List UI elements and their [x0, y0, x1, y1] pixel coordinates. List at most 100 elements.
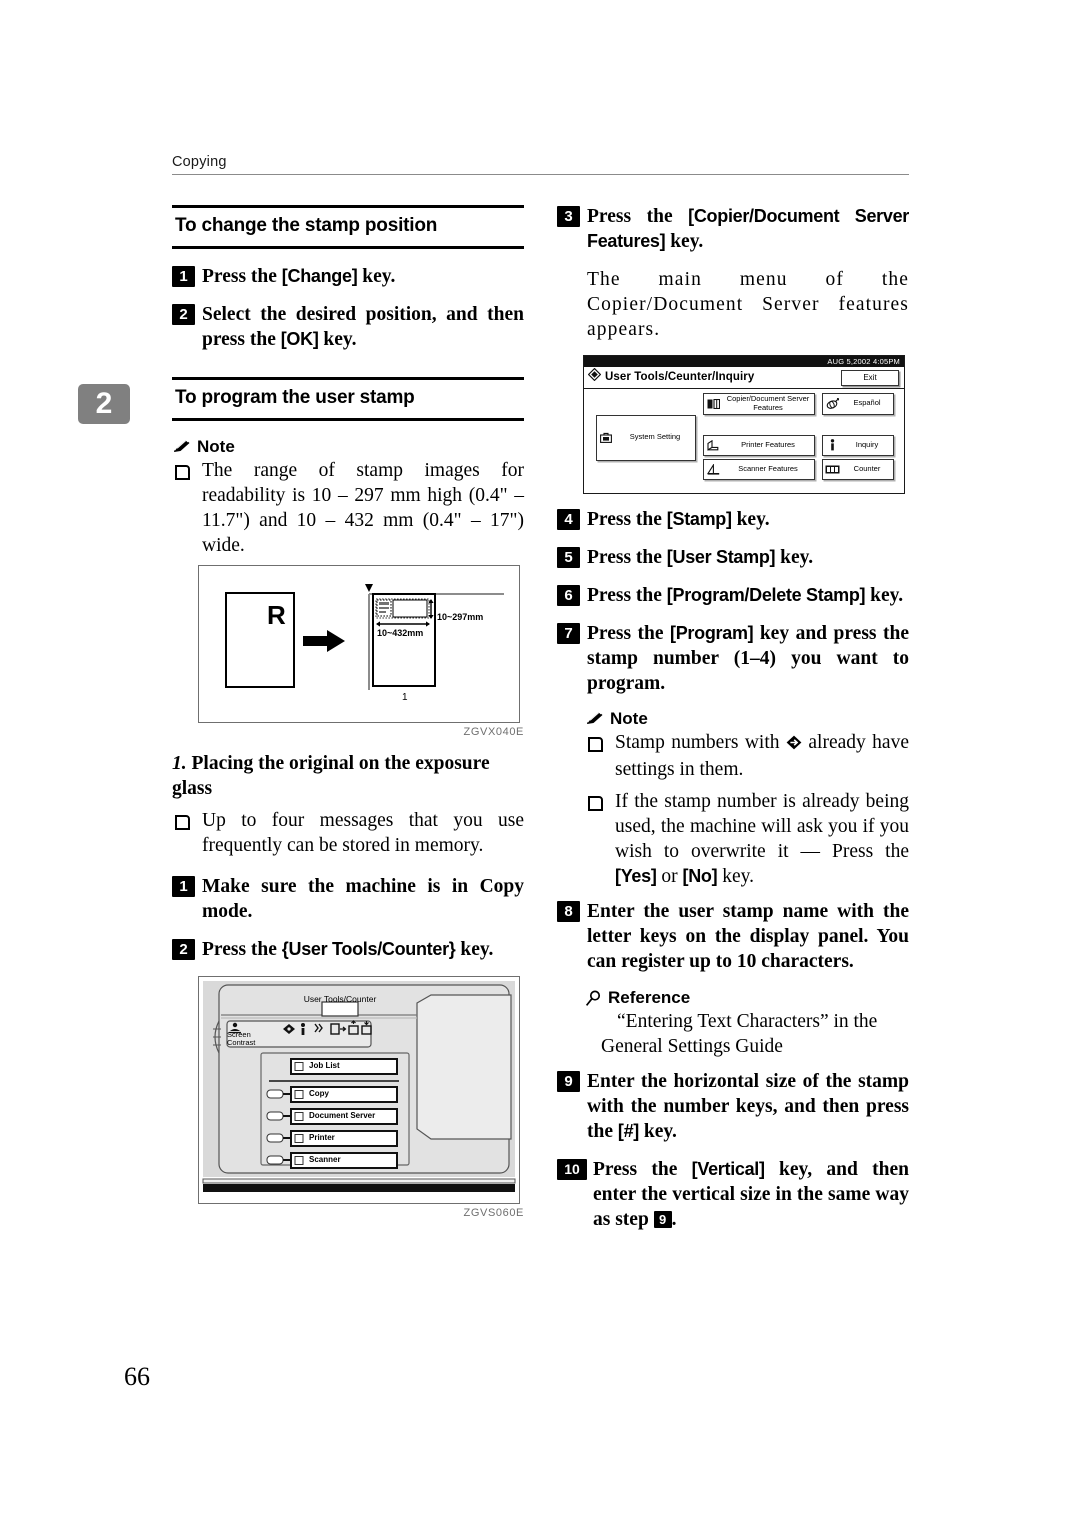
step-number: 10	[557, 1158, 587, 1180]
reference-label: Reference	[608, 988, 691, 1008]
key-label: [Vertical]	[691, 1158, 765, 1179]
lcd-button-system-setting[interactable]: System Setting	[596, 414, 696, 461]
lcd-button-label: Counter	[853, 463, 881, 473]
key-label-yes: [Yes]	[615, 866, 657, 887]
note-item-text-before: Stamp numbers with	[615, 732, 786, 754]
stamp-area-diagram	[365, 584, 504, 691]
square-bullet-icon	[588, 796, 603, 812]
note-item: Up to four messages that you use frequen…	[172, 809, 524, 859]
step-5-user-stamp: 5 Press the [User Stamp] key.	[557, 546, 909, 571]
lcd-exit-button[interactable]: Exit	[841, 369, 899, 386]
caption-number: 1.	[172, 753, 187, 775]
label-vertical-range: 10~297mm	[437, 612, 484, 623]
lcd-button-espanol[interactable]: Español	[822, 392, 894, 415]
caption-text: Placing the original on the exposure gla…	[172, 753, 490, 800]
copier-icon	[704, 398, 722, 409]
step-9-horizontal-size: 9 Enter the horizontal size of the stamp …	[557, 1070, 909, 1145]
step-2-select-position: 2 Select the desired position, and then p…	[172, 303, 524, 353]
panel-key-label-job-list: Job List	[309, 1061, 340, 1071]
panel-key-label-scanner: Scanner	[309, 1155, 341, 1165]
reference-heading: Reference	[557, 988, 909, 1008]
square-bullet-icon	[175, 464, 190, 480]
step-text-after: key.	[638, 1120, 677, 1142]
note-heading: Note	[557, 709, 909, 729]
figure-id: ZGVS060E	[463, 1207, 524, 1220]
note-item-text: The range of stamp images for readabilit…	[202, 459, 524, 556]
lcd-status-bar: AUG 5,2002 4:05PM	[584, 355, 904, 367]
note-item-text-mid: or	[656, 866, 683, 888]
lcd-title-bar: User Tools/Ceunter/Inquiry Exit	[584, 366, 904, 389]
step-number: 1	[172, 265, 195, 287]
section-title: To program the user stamp	[175, 386, 415, 408]
step-text: Enter the user stamp name with the lette…	[587, 901, 909, 973]
step-text: Make sure the machine is in Copy mode.	[202, 876, 524, 923]
note-item: If the stamp number is already being use…	[585, 790, 909, 890]
lcd-button-scanner-features[interactable]: Scanner Features	[703, 458, 815, 480]
key-label: [Stamp]	[666, 508, 732, 529]
step-text-before: Press the	[587, 206, 689, 227]
page-number: 66	[124, 1362, 150, 1391]
lcd-button-label: Copier/Document Server Features	[726, 394, 810, 412]
step-text-before: Press the	[587, 622, 671, 644]
magnifier-icon	[585, 990, 602, 1007]
section-rule-bottom	[172, 417, 524, 421]
key-label: [OK]	[280, 328, 319, 349]
running-head: Copying	[172, 155, 909, 175]
lcd-button-printer-features[interactable]: Printer Features	[703, 434, 815, 456]
globe-icon	[823, 397, 841, 410]
info-icon	[823, 439, 841, 451]
note-heading: Note	[172, 437, 524, 457]
section-program-user-stamp: To program the user stamp	[172, 376, 524, 421]
key-label: [#]	[617, 1120, 639, 1141]
step-6-program-delete-stamp: 6 Press the [Program/Delete Stamp] key.	[557, 584, 909, 609]
panel-screen-contrast-label: Screen Contrast	[227, 1030, 256, 1047]
step-10-vertical-size: 10 Press the [Vertical] key, and then ent…	[557, 1158, 909, 1233]
step-number: 5	[557, 546, 580, 568]
note-item-text-after: key.	[717, 866, 754, 888]
note-item-text: Up to four messages that you use frequen…	[202, 810, 524, 857]
diamond-logo-icon	[587, 368, 602, 386]
key-label: [Program/Delete Stamp]	[666, 584, 866, 605]
note-item: The range of stamp images for readabilit…	[172, 459, 524, 559]
figure-id: ZGVX040E	[463, 726, 524, 739]
lcd-clock: AUG 5,2002 4:05PM	[827, 356, 900, 366]
lcd-title-text: User Tools/Ceunter/Inquiry	[605, 371, 755, 384]
step-3-result-text: The main menu of the Copier/Document Ser…	[587, 268, 909, 340]
step-text-before: Press the	[587, 546, 667, 568]
scanner-icon	[704, 463, 722, 475]
step-text-after: key.	[455, 939, 494, 961]
pencil-icon	[585, 711, 604, 727]
note-item-text-before: If the stamp number is already being use…	[615, 791, 909, 863]
step-number: 7	[557, 622, 580, 644]
lcd-button-label: System Setting	[629, 432, 681, 442]
step-4-stamp: 4 Press the [Stamp] key.	[557, 508, 909, 533]
lcd-button-label: Español	[853, 398, 881, 408]
lcd-button-label: Printer Features	[741, 439, 795, 449]
original-letter-r: R	[267, 600, 286, 631]
step-number: 9	[557, 1070, 580, 1092]
step-3-copier-document-server-features: 3 Press the [Copier/Document Server Featu…	[557, 205, 909, 255]
panel-key-label-copy: Copy	[309, 1089, 329, 1099]
step-text-after: key.	[775, 546, 814, 568]
lcd-button-inquiry[interactable]: Inquiry	[822, 434, 894, 456]
printer-icon	[704, 439, 722, 451]
counter-icon	[823, 465, 841, 474]
right-column: 3 Press the [Copier/Document Server Featu…	[557, 205, 909, 1246]
step-text-after: key.	[865, 584, 904, 606]
note-item: Stamp numbers with already have settings…	[585, 731, 909, 783]
key-label: [Change]	[281, 265, 358, 286]
key-label: {User Tools/Counter}	[281, 939, 456, 960]
lcd-button-counter[interactable]: Counter	[822, 458, 894, 480]
figure-frame: User Tools/Counter Screen Contrast Job Li…	[198, 976, 520, 1205]
step-text-before: Select the desired position, and then pr…	[202, 303, 524, 350]
step-text-after: key.	[357, 265, 396, 287]
step-text-after: key.	[665, 230, 704, 252]
label-horizontal-range: 10~432mm	[377, 628, 424, 639]
lcd-button-copier-document-server-features[interactable]: Copier/Document Server Features	[703, 392, 815, 415]
step-number: 2	[172, 939, 195, 961]
step-7-program-stamp-number: 7 Press the [Program] key and press the s…	[557, 622, 909, 697]
operation-panel-drawing	[202, 981, 516, 1193]
left-column: To change the stamp position 1 Press the …	[172, 205, 524, 1233]
running-head-text: Copying	[172, 154, 227, 170]
step-text-before: Press the	[587, 584, 667, 606]
